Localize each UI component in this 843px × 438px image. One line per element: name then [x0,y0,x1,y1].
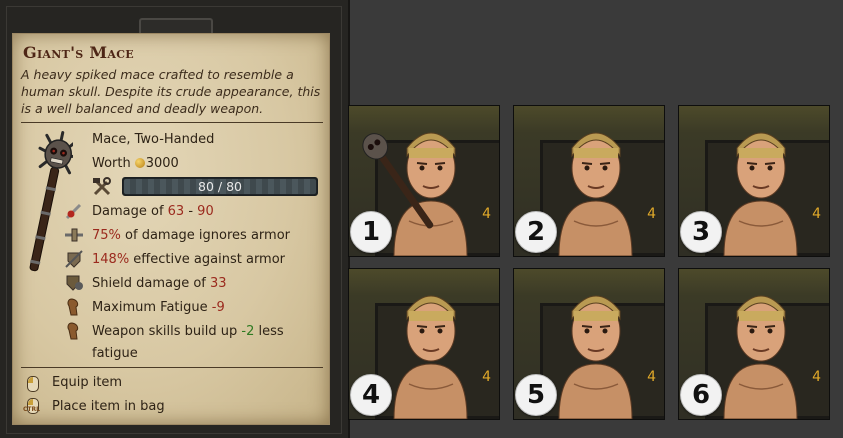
level-count: 4 [647,206,656,222]
stat-value: 33 [210,276,227,291]
hint-bag: Place item in bag [52,399,165,414]
repair-icon [93,177,111,196]
durability-bar: 80 / 80 [122,177,318,196]
item-type: Mace, Two-Handed [92,132,215,147]
durability-text: 80 / 80 [198,179,242,194]
number-badge: 2 [515,211,557,253]
level-count: 4 [482,369,491,385]
stat-text: - [184,204,198,219]
coin-icon [134,158,145,168]
item-worth: Worth 3000 [92,156,179,171]
number-badge: 4 [350,374,392,416]
shield-damage-icon [66,275,83,291]
stat-text: of damage ignores armor [120,228,290,243]
worth-label: Worth [92,156,131,171]
stat-armor-ignore: 75% of damage ignores armor [65,225,322,247]
level-count: 4 [647,369,656,385]
fatigue-icon [67,298,79,316]
item-tooltip: Giant's Mace A heavy spiked mace crafted… [12,33,330,425]
number-badge: 6 [680,374,722,416]
stat-value: -9 [211,300,225,315]
item-title: Giant's Mace [23,43,134,62]
level-count: 4 [812,206,821,222]
number-badge: 5 [515,374,557,416]
stat-value: 90 [197,204,214,219]
divider [21,367,323,368]
stat-value: -2 [241,324,255,339]
armor-effect-icon [65,250,83,268]
stat-shield-damage: Shield damage of 33 [66,273,322,295]
number-badge: 3 [680,211,722,253]
stat-value: 148% [92,252,130,267]
stat-text: Weapon skills build up [92,324,242,339]
armor-ignore-icon [65,228,83,242]
stat-text: Maximum Fatigue [92,300,212,315]
item-description: A heavy spiked mace crafted to resemble … [21,67,321,116]
mouse-left-icon [27,376,39,392]
stat-value: 63 [167,204,185,219]
level-count: 4 [482,206,491,222]
hint-equip: Equip item [52,375,123,390]
stat-weapon-fatigue: Weapon skills build up -2 less fatigue [67,321,322,365]
stat-max-fatigue: Maximum Fatigue -9 [67,297,322,319]
worth-value: 3000 [145,156,179,171]
damage-icon [65,203,82,220]
stat-text: Shield damage of [92,276,210,291]
tooltip-frame: Giant's Mace A heavy spiked mace crafted… [0,0,350,438]
stat-armor-effect: 148% effective against armor [65,249,322,271]
divider [21,122,323,123]
stat-damage: Damage of 63 - 90 [65,201,322,223]
number-badge: 1 [350,211,392,253]
stat-value: 75% [92,228,121,243]
stat-text: effective against armor [129,252,286,267]
ctrl-key-label: CTRL [23,406,40,413]
fatigue-icon [67,322,79,340]
stat-text: Damage of [92,204,168,219]
level-count: 4 [812,369,821,385]
